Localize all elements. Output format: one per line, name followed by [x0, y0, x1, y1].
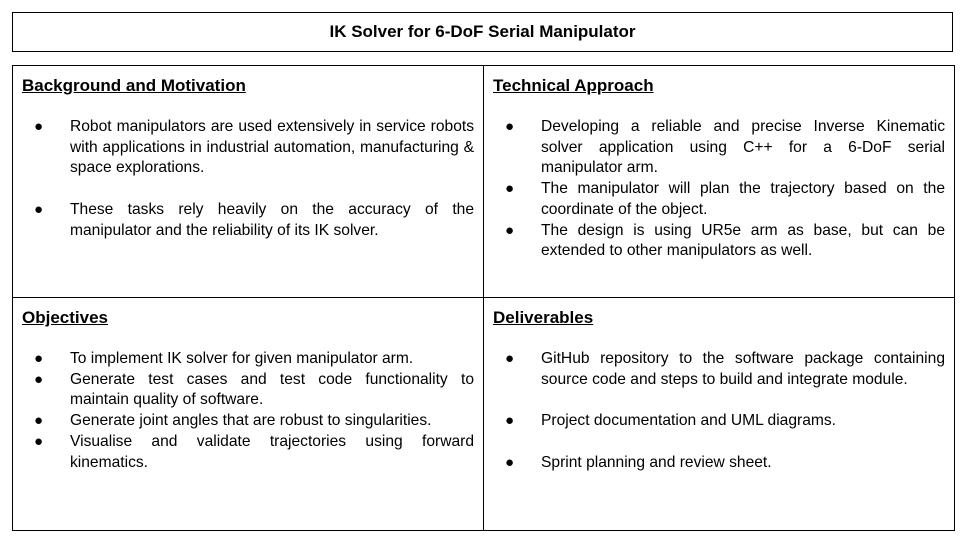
section-heading: Objectives [22, 308, 108, 327]
list-item: ● Robot manipulators are used extensively… [34, 118, 474, 177]
deliverables-section: Deliverables ● GitHub repository to the s… [484, 298, 954, 530]
page-title: IK Solver for 6-DoF Serial Manipulator [329, 22, 636, 41]
bullet-icon: ● [34, 201, 44, 219]
list-item: ● These tasks rely heavily on the accurac… [34, 201, 474, 239]
title-box: IK Solver for 6-DoF Serial Manipulator [12, 12, 953, 52]
bullet-icon: ● [34, 412, 44, 430]
bullet-icon: ● [34, 432, 44, 450]
bullet-icon: ● [505, 454, 515, 472]
bullet-icon: ● [505, 412, 515, 430]
bullet-icon: ● [505, 180, 515, 198]
list-item: ● Visualise and validate trajectories usi… [34, 432, 474, 471]
section-heading: Deliverables [493, 308, 594, 327]
bullet-icon: ● [505, 221, 515, 239]
list-item: ● The manipulator will plan the trajector… [505, 180, 945, 218]
list-item: ● To implement IK solver for given manipu… [22, 349, 474, 370]
list-item: ● Generate test cases and test code funct… [34, 370, 474, 409]
section-heading: Technical Approach [493, 76, 654, 95]
objectives-section: Objectives ● To implement IK solver for g… [13, 298, 484, 530]
list-item: ● Developing a reliable and precise Inver… [505, 118, 945, 177]
list-item: ● Generate joint angles that are robust t… [22, 411, 474, 432]
bullet-list: ● GitHub repository to the software packa… [493, 349, 945, 474]
bullet-icon: ● [34, 350, 44, 367]
bullet-list: ● Developing a reliable and precise Inver… [493, 117, 945, 262]
list-item: ● The design is using UR5e arm as base, b… [505, 221, 945, 260]
list-item: ● Sprint planning and review sheet. [493, 453, 945, 474]
bullet-icon: ● [505, 118, 515, 135]
technical-approach-section: Technical Approach ● Developing a reliabl… [484, 66, 954, 298]
background-section: Background and Motivation ● Robot manipul… [13, 66, 484, 298]
bullet-icon: ● [34, 370, 44, 388]
list-item: ● GitHub repository to the software packa… [505, 350, 945, 388]
bullet-icon: ● [34, 118, 44, 135]
list-item: ● Project documentation and UML diagrams. [493, 411, 945, 432]
section-heading: Background and Motivation [22, 76, 246, 95]
content-grid: Background and Motivation ● Robot manipul… [12, 65, 955, 531]
bullet-list: ● To implement IK solver for given manipu… [22, 349, 474, 473]
bullet-icon: ● [505, 350, 515, 367]
bullet-list: ● Robot manipulators are used extensively… [22, 117, 474, 242]
